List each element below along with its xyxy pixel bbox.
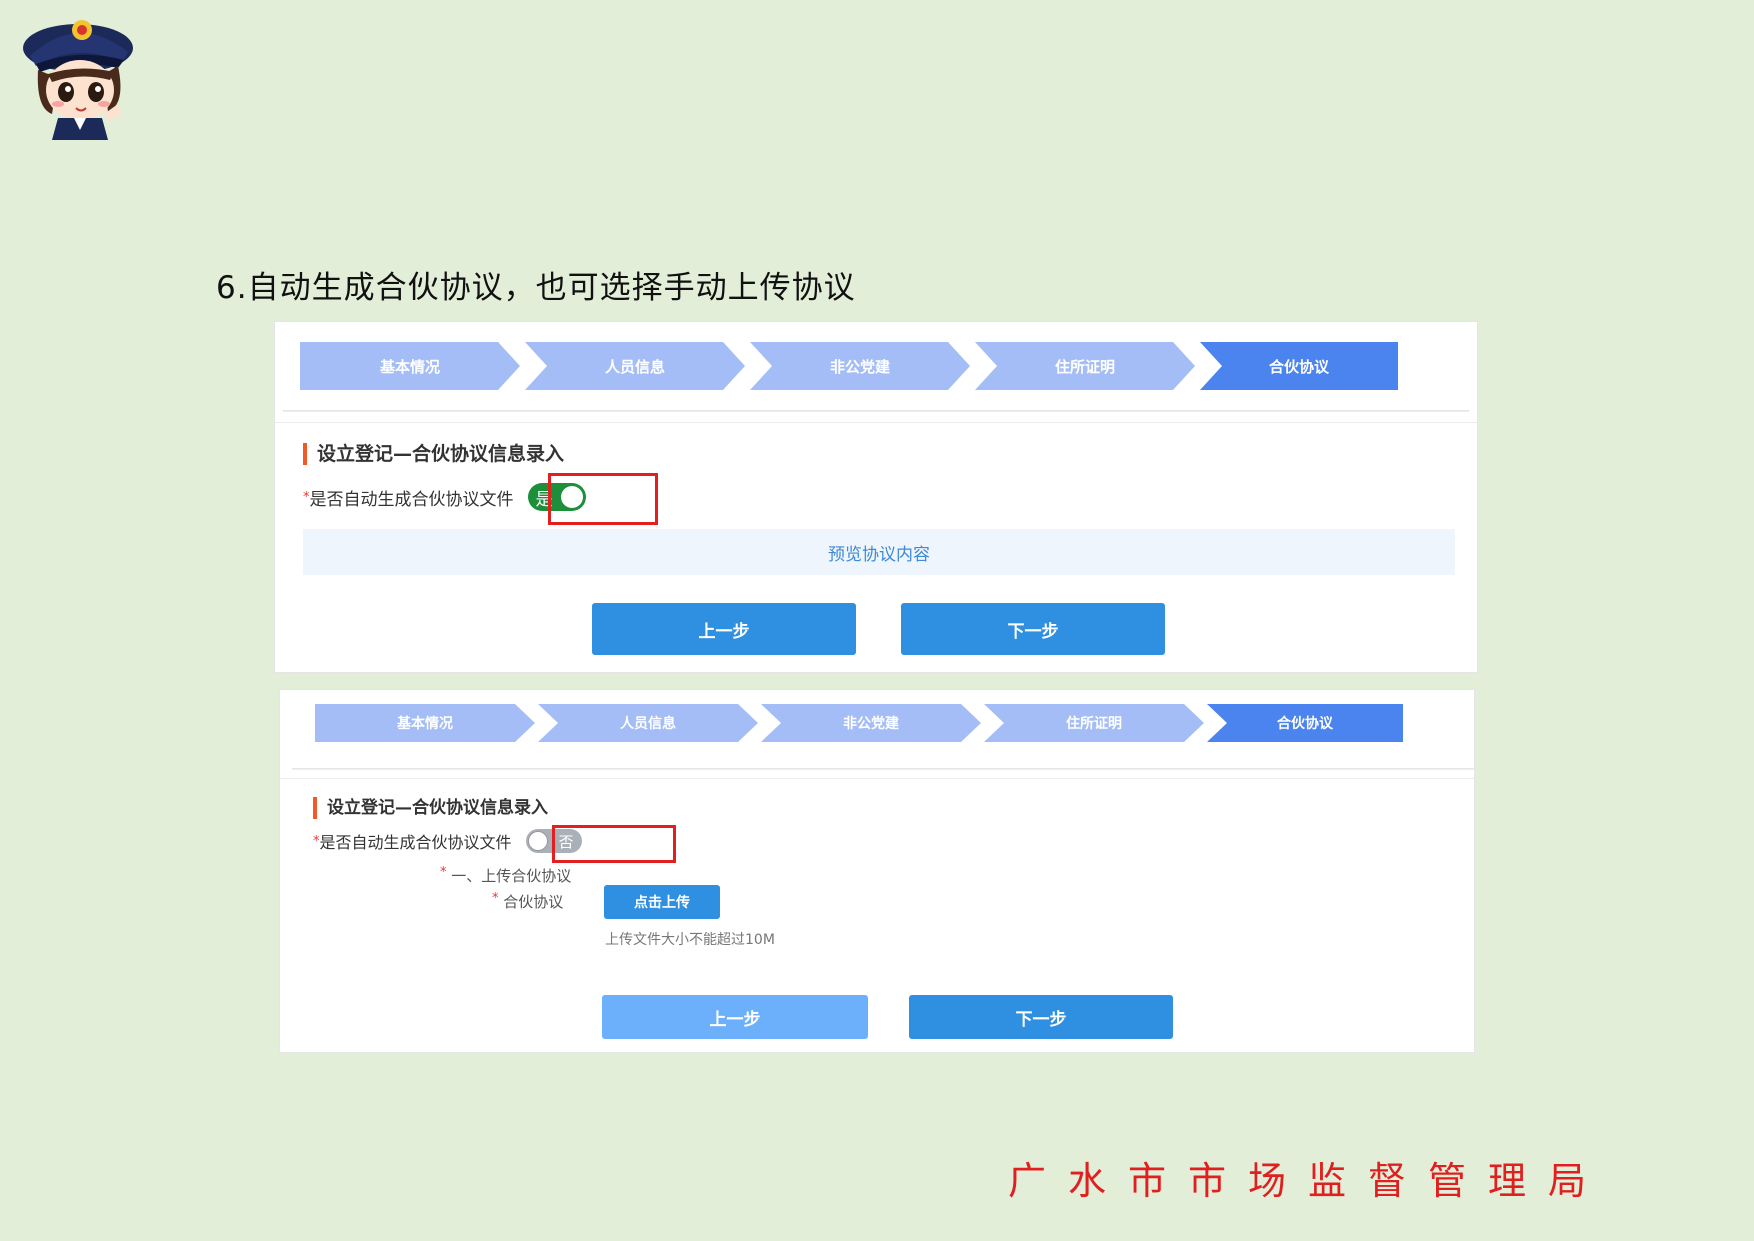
next-step-button[interactable]: 下一步 bbox=[909, 995, 1173, 1039]
step-personnel-info[interactable]: 人员信息 bbox=[538, 704, 758, 742]
page-heading: 6.自动生成合伙协议，也可选择手动上传协议 bbox=[216, 270, 856, 306]
upload-size-hint: 上传文件大小不能超过10M bbox=[605, 932, 775, 948]
auto-generate-row: * 是否自动生成合伙协议文件 否 bbox=[313, 829, 582, 853]
screenshot-manual-upload: 基本情况 人员信息 非公党建 住所证明 合伙协议 设立登记—合伙协议信息录入 *… bbox=[280, 690, 1474, 1052]
step-label: 人员信息 bbox=[620, 716, 676, 732]
step-label: 基本情况 bbox=[379, 357, 440, 376]
step-personnel-info[interactable]: 人员信息 bbox=[525, 342, 745, 390]
preview-label: 预览协议内容 bbox=[828, 544, 930, 565]
mascot-logo-icon bbox=[23, 20, 133, 140]
upload-field-label: * 合伙协议 bbox=[492, 891, 564, 911]
step-address-proof[interactable]: 住所证明 bbox=[984, 704, 1204, 742]
auto-generate-label: 是否自动生成合伙协议文件 bbox=[309, 489, 514, 510]
prev-step-button[interactable]: 上一步 bbox=[602, 995, 868, 1039]
section-title: 设立登记—合伙协议信息录入 bbox=[313, 797, 548, 819]
step-label: 非公党建 bbox=[843, 716, 899, 732]
footer-organization: 广水市市场监督管理局 bbox=[1008, 1159, 1609, 1203]
click-upload-button[interactable]: 点击上传 bbox=[604, 885, 720, 919]
required-mark: * bbox=[492, 891, 499, 906]
step-basic-info[interactable]: 基本情况 bbox=[300, 342, 520, 390]
step-address-proof[interactable]: 住所证明 bbox=[975, 342, 1195, 390]
required-mark: * bbox=[440, 865, 447, 880]
form-section: 设立登记—合伙协议信息录入 * 是否自动生成合伙协议文件 否 * 一、上传合伙协… bbox=[280, 778, 1474, 1052]
form-section: 设立登记—合伙协议信息录入 * 是否自动生成合伙协议文件 是 预览协议内容 上一… bbox=[275, 422, 1477, 672]
step-partnership-agreement[interactable]: 合伙协议 bbox=[1200, 342, 1398, 390]
step-label: 合伙协议 bbox=[1277, 716, 1333, 732]
step-partnership-agreement[interactable]: 合伙协议 bbox=[1207, 704, 1403, 742]
next-step-button[interactable]: 下一步 bbox=[901, 603, 1165, 655]
screenshot-auto-generate: 基本情况 人员信息 非公党建 住所证明 合伙协议 设立登记—合伙协议信息录入 *… bbox=[275, 322, 1477, 672]
highlight-box bbox=[552, 825, 676, 863]
progress-steps: 基本情况 人员信息 非公党建 住所证明 合伙协议 bbox=[283, 322, 1469, 411]
highlight-box bbox=[548, 473, 658, 525]
step-label: 基本情况 bbox=[397, 716, 453, 732]
auto-generate-label: 是否自动生成合伙协议文件 bbox=[319, 833, 512, 852]
step-label: 人员信息 bbox=[604, 357, 665, 376]
step-label: 合伙协议 bbox=[1268, 357, 1329, 376]
auto-generate-row: * 是否自动生成合伙协议文件 是 bbox=[303, 483, 586, 511]
preview-agreement-button[interactable]: 预览协议内容 bbox=[303, 529, 1455, 575]
prev-step-button[interactable]: 上一步 bbox=[592, 603, 856, 655]
step-party-building[interactable]: 非公党建 bbox=[750, 342, 970, 390]
step-label: 住所证明 bbox=[1054, 357, 1115, 376]
step-basic-info[interactable]: 基本情况 bbox=[315, 704, 535, 742]
step-label: 非公党建 bbox=[829, 357, 890, 376]
section-title: 设立登记—合伙协议信息录入 bbox=[303, 443, 564, 465]
toggle-knob-icon bbox=[527, 831, 548, 851]
progress-steps: 基本情况 人员信息 非公党建 住所证明 合伙协议 bbox=[292, 698, 1474, 769]
step-label: 住所证明 bbox=[1066, 716, 1122, 732]
upload-section-label: * 一、上传合伙协议 bbox=[440, 865, 572, 885]
step-party-building[interactable]: 非公党建 bbox=[761, 704, 981, 742]
